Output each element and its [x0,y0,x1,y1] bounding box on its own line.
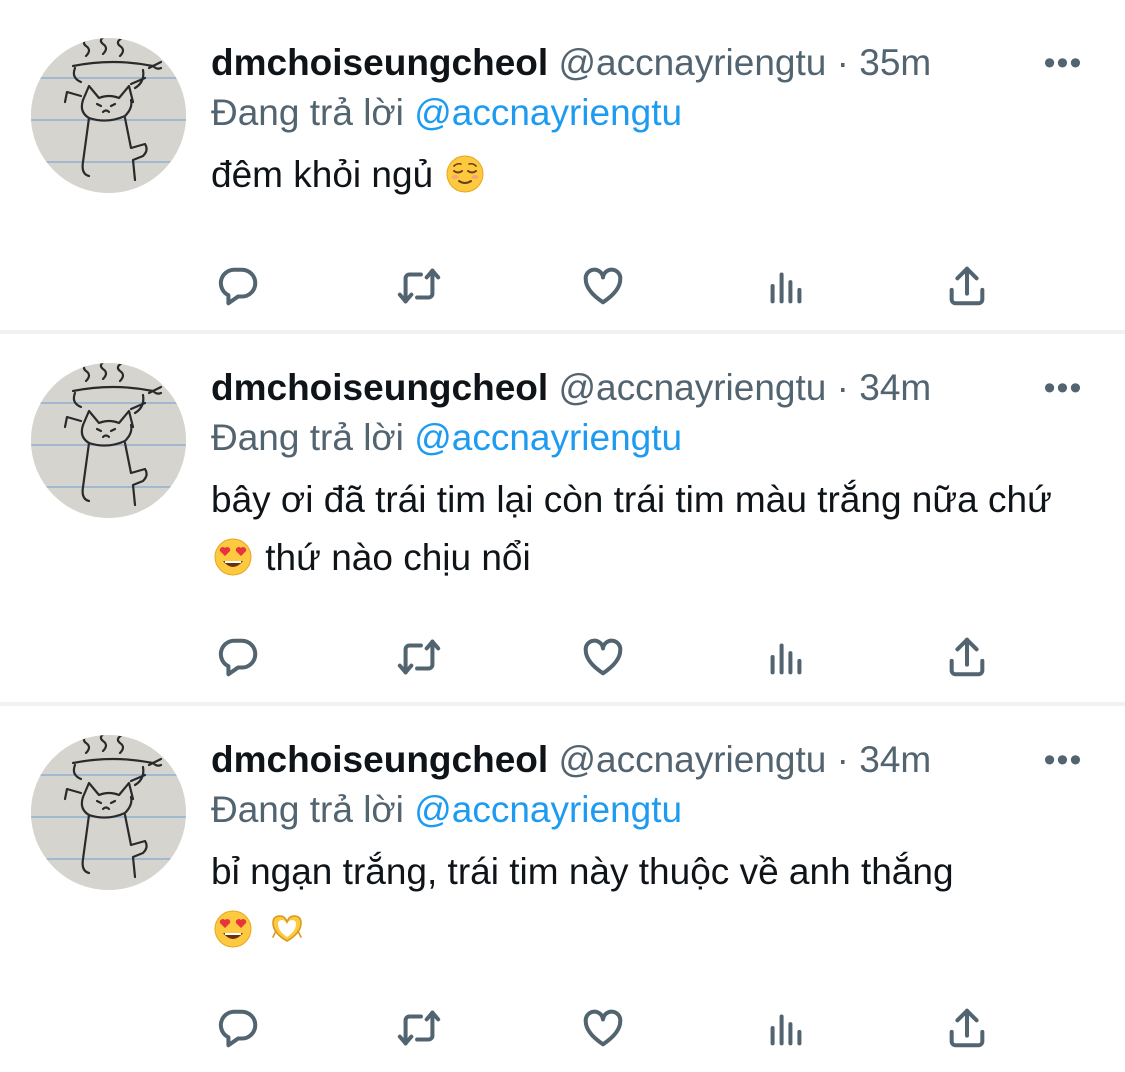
reply-prefix: Đang trả lời [211,789,404,830]
views-icon[interactable] [756,627,816,687]
avatar[interactable] [31,735,186,890]
tweet-header: dmchoiseungcheol @accnayriengtu · 34m [211,363,1091,413]
avatar-image [31,735,186,890]
display-name[interactable]: dmchoiseungcheol [211,42,548,83]
timestamp[interactable]: 35m [859,42,931,83]
user-handle[interactable]: @accnayriengtu [558,739,826,780]
like-icon[interactable] [573,998,633,1058]
more-options-icon[interactable]: ••• [1038,735,1088,785]
more-options-icon[interactable]: ••• [1038,38,1088,88]
separator: · [836,739,849,780]
tweet-divider [0,702,1125,706]
avatar-image [31,363,186,518]
heart-eyes-emoji [213,537,253,577]
reply-context: Đang trả lời @accnayriengtu [211,785,682,835]
reply-handle-link[interactable]: @accnayriengtu [414,92,682,133]
views-icon[interactable] [756,998,816,1058]
heart-hands-emoji [267,909,307,949]
relieved-face-emoji [445,154,485,194]
reply-context: Đang trả lời @accnayriengtu [211,413,682,463]
heart-eyes-emoji [213,909,253,949]
separator: · [836,367,849,408]
reply-handle-link[interactable]: @accnayriengtu [414,417,682,458]
user-handle[interactable]: @accnayriengtu [558,367,826,408]
retweet-icon[interactable] [389,627,449,687]
share-icon[interactable] [937,627,997,687]
retweet-icon[interactable] [389,998,449,1058]
reply-icon[interactable] [208,627,268,687]
tweet-header: dmchoiseungcheol @accnayriengtu · 34m [211,735,1091,785]
display-name[interactable]: dmchoiseungcheol [211,367,548,408]
tweet-actions [0,627,1125,687]
tweet-text-line: đêm khỏi ngủ [211,154,434,195]
display-name[interactable]: dmchoiseungcheol [211,739,548,780]
tweet-text-line: bỉ ngạn trắng, trái tim này thuộc về anh… [211,851,954,892]
views-icon[interactable] [756,256,816,316]
user-handle[interactable]: @accnayriengtu [558,42,826,83]
tweet-text-line: thứ nào chịu nổi [265,537,531,578]
tweet-divider [0,330,1125,334]
tweet-text: đêm khỏi ngủ [211,146,1091,204]
separator: · [836,42,849,83]
reply-prefix: Đang trả lời [211,92,404,133]
tweet-actions [0,256,1125,316]
retweet-icon[interactable] [389,256,449,316]
reply-prefix: Đang trả lời [211,417,404,458]
avatar[interactable] [31,38,186,193]
tweet-actions [0,998,1125,1058]
tweet-text: bỉ ngạn trắng, trái tim này thuộc về anh… [211,843,1091,959]
reply-icon[interactable] [208,256,268,316]
tweet-text-line: bây ơi đã trái tim lại còn trái tim màu … [211,479,1052,520]
tweet-header: dmchoiseungcheol @accnayriengtu · 35m [211,38,1091,88]
reply-context: Đang trả lời @accnayriengtu [211,88,682,138]
share-icon[interactable] [937,998,997,1058]
reply-icon[interactable] [208,998,268,1058]
timestamp[interactable]: 34m [859,739,931,780]
like-icon[interactable] [573,627,633,687]
like-icon[interactable] [573,256,633,316]
avatar[interactable] [31,363,186,518]
more-options-icon[interactable]: ••• [1038,363,1088,413]
avatar-image [31,38,186,193]
timestamp[interactable]: 34m [859,367,931,408]
tweet-text: bây ơi đã trái tim lại còn trái tim màu … [211,471,1091,587]
reply-handle-link[interactable]: @accnayriengtu [414,789,682,830]
share-icon[interactable] [937,256,997,316]
